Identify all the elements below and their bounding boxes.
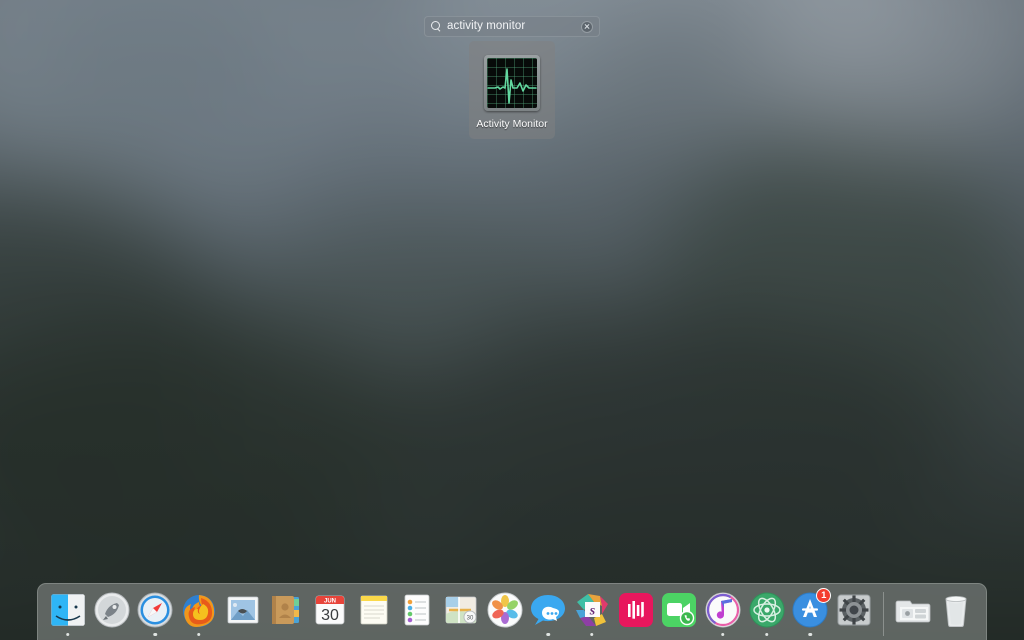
dock-item-slack[interactable]: s	[570, 588, 614, 640]
dock-item-finder[interactable]	[46, 588, 90, 640]
firefox-icon	[179, 590, 219, 630]
dock-item-contacts[interactable]	[264, 588, 308, 640]
dock-item-maps[interactable]: 30	[439, 588, 483, 640]
dock-item-reminders[interactable]	[395, 588, 439, 640]
svg-text:JUN: JUN	[324, 599, 336, 605]
dock[interactable]: JUN 30 30 s 1	[37, 583, 987, 640]
dock-item-app-store[interactable]: 1	[788, 588, 832, 640]
search-icon	[431, 21, 442, 32]
dock-item-launchpad[interactable]	[90, 588, 134, 640]
dock-item-notes[interactable]	[352, 588, 396, 640]
downloads-folder-icon	[893, 590, 933, 630]
search-input[interactable]: activity monitor	[447, 16, 581, 37]
slack-icon: s	[572, 590, 612, 630]
itunes-icon	[703, 590, 743, 630]
dock-item-system-preferences[interactable]	[832, 588, 876, 640]
dock-separator	[882, 592, 884, 636]
dock-item-calendar[interactable]: JUN 30	[308, 588, 352, 640]
launchpad-rocket-icon	[92, 590, 132, 630]
running-indicator	[590, 632, 594, 636]
dock-item-audio-app[interactable]	[614, 588, 658, 640]
running-indicator	[546, 632, 550, 636]
app-store-icon: 1	[790, 588, 832, 630]
dock-item-downloads-stack[interactable]	[891, 588, 935, 640]
launchpad-screen: activity monitor Activity Monitor JUN 30…	[0, 0, 1024, 640]
photos-icon	[485, 590, 525, 630]
svg-text:30: 30	[467, 616, 474, 622]
dock-item-safari[interactable]	[133, 588, 177, 640]
dock-item-itunes[interactable]	[701, 588, 745, 640]
audio-app-icon	[616, 590, 656, 630]
maps-icon: 30	[441, 590, 481, 630]
app-tile-activity-monitor[interactable]: Activity Monitor	[469, 41, 555, 139]
dock-item-photos[interactable]	[483, 588, 527, 640]
safari-compass-icon	[135, 590, 175, 630]
running-indicator	[764, 632, 769, 636]
running-indicator	[197, 632, 201, 636]
notes-icon	[354, 590, 394, 630]
app-tile-label: Activity Monitor	[476, 118, 548, 130]
reminders-icon	[397, 590, 437, 630]
finder-icon	[48, 590, 88, 630]
dock-item-messages[interactable]	[526, 588, 570, 640]
running-indicator	[808, 632, 812, 636]
trash-icon	[936, 590, 976, 630]
messages-icon	[528, 590, 568, 630]
clear-search-icon[interactable]	[581, 20, 593, 33]
contacts-book-icon	[266, 590, 306, 630]
dock-item-facetime[interactable]	[657, 588, 701, 640]
svg-text:30: 30	[321, 607, 339, 624]
dock-item-atom[interactable]	[745, 588, 789, 640]
atom-icon	[747, 590, 787, 630]
search-field[interactable]: activity monitor	[424, 16, 600, 37]
svg-text:s: s	[589, 604, 596, 619]
activity-monitor-icon	[484, 55, 540, 111]
calendar-icon: JUN 30	[310, 590, 350, 630]
running-indicator	[66, 632, 70, 636]
running-indicator	[721, 632, 725, 636]
mail-stamp-icon	[223, 590, 263, 630]
dock-item-firefox[interactable]	[177, 588, 221, 640]
dock-item-mail[interactable]	[221, 588, 265, 640]
running-indicator	[153, 632, 157, 636]
system-preferences-gear-icon	[834, 590, 874, 630]
dock-item-trash[interactable]	[934, 588, 978, 640]
facetime-icon	[659, 590, 699, 630]
